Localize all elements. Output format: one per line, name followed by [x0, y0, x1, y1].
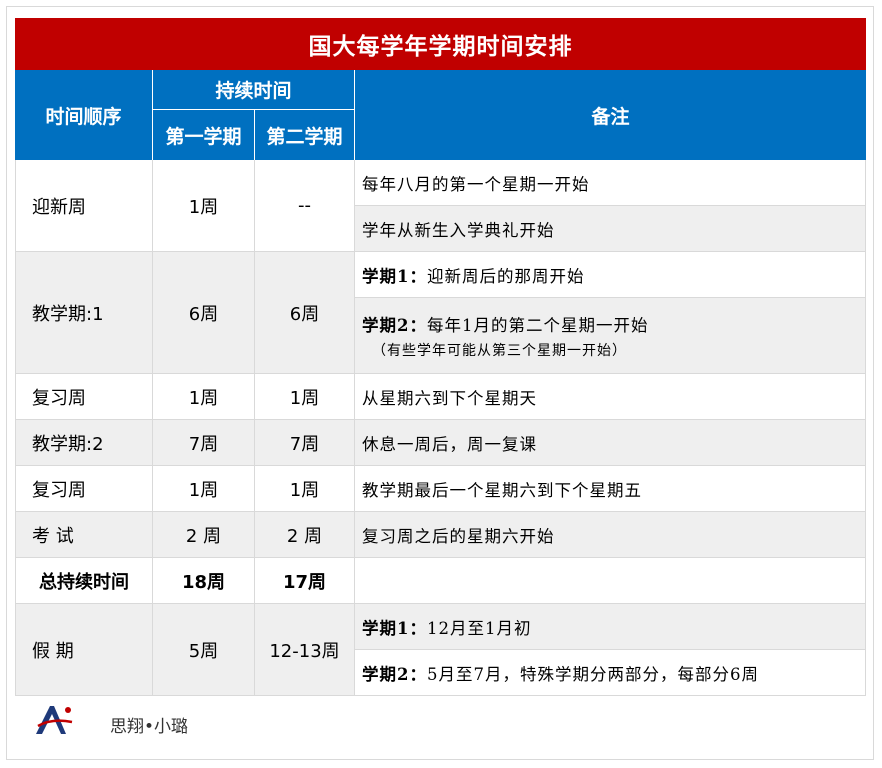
row-note: 学期1： 12月至1月初 — [355, 604, 866, 650]
row-name-total: 总持续时间 — [15, 558, 153, 604]
row-sem2: 7周 — [255, 420, 355, 466]
row-name: 复习周 — [15, 374, 153, 420]
note-label: 学期1： — [362, 618, 427, 638]
header-duration: 持续时间 — [153, 70, 355, 110]
note-text: 5月至7月，特殊学期分两部分，每部分6周 — [426, 664, 759, 684]
row-note: 教学期最后一个星期六到下个星期五 — [355, 466, 866, 512]
note-subtext: （有些学年可能从第三个星期一开始） — [372, 342, 627, 359]
row-note: 休息一周后，周一复课 — [355, 420, 866, 466]
note-text: 12月至1月初 — [426, 618, 532, 638]
author-signature: 思翔•小璐 — [110, 717, 189, 737]
note-label: 学期2： — [362, 315, 427, 335]
row-note: 每年八月的第一个星期一开始 — [355, 160, 866, 206]
row-sem1-total: 18周 — [153, 558, 255, 604]
row-sem1: 2 周 — [153, 512, 255, 558]
row-note: 学期1： 迎新周后的那周开始 — [355, 252, 866, 298]
row-sem2: 1周 — [255, 374, 355, 420]
row-sem1: 5周 — [153, 604, 255, 696]
row-name: 复习周 — [15, 466, 153, 512]
header-order: 时间顺序 — [15, 70, 153, 160]
note-main-line: 学期2：每年1月的第二个星期一开始 — [362, 312, 648, 336]
note-label: 学期1： — [362, 266, 427, 286]
row-sem2: -- — [255, 160, 355, 252]
note-text: 每年1月的第二个星期一开始 — [426, 315, 649, 335]
row-sem2-total: 17周 — [255, 558, 355, 604]
row-note: 学年从新生入学典礼开始 — [355, 206, 866, 252]
header-sem2: 第二学期 — [255, 110, 355, 160]
row-name: 教学期:1 — [15, 252, 153, 374]
row-note — [355, 558, 866, 604]
note-text: 迎新周后的那周开始 — [426, 266, 585, 286]
row-note: 复习周之后的星期六开始 — [355, 512, 866, 558]
row-note: 学期2： 5月至7月，特殊学期分两部分，每部分6周 — [355, 650, 866, 696]
row-sem2: 6周 — [255, 252, 355, 374]
row-sem1: 1周 — [153, 374, 255, 420]
note-label: 学期2： — [362, 664, 427, 684]
header-sem1: 第一学期 — [153, 110, 255, 160]
row-name: 教学期:2 — [15, 420, 153, 466]
row-sem2: 12-13周 — [255, 604, 355, 696]
row-name: 考 试 — [15, 512, 153, 558]
table-title: 国大每学年学期时间安排 — [15, 18, 866, 70]
row-sem1: 7周 — [153, 420, 255, 466]
row-name: 迎新周 — [15, 160, 153, 252]
row-sem1: 1周 — [153, 466, 255, 512]
brand-logo — [28, 702, 82, 744]
row-name: 假 期 — [15, 604, 153, 696]
row-sem1: 6周 — [153, 252, 255, 374]
row-sem2: 1周 — [255, 466, 355, 512]
row-sem1: 1周 — [153, 160, 255, 252]
row-sem2: 2 周 — [255, 512, 355, 558]
row-note: 从星期六到下个星期天 — [355, 374, 866, 420]
row-note: 学期2：每年1月的第二个星期一开始 （有些学年可能从第三个星期一开始） — [355, 298, 866, 374]
header-notes: 备注 — [355, 70, 866, 160]
logo-a-icon — [36, 706, 73, 734]
